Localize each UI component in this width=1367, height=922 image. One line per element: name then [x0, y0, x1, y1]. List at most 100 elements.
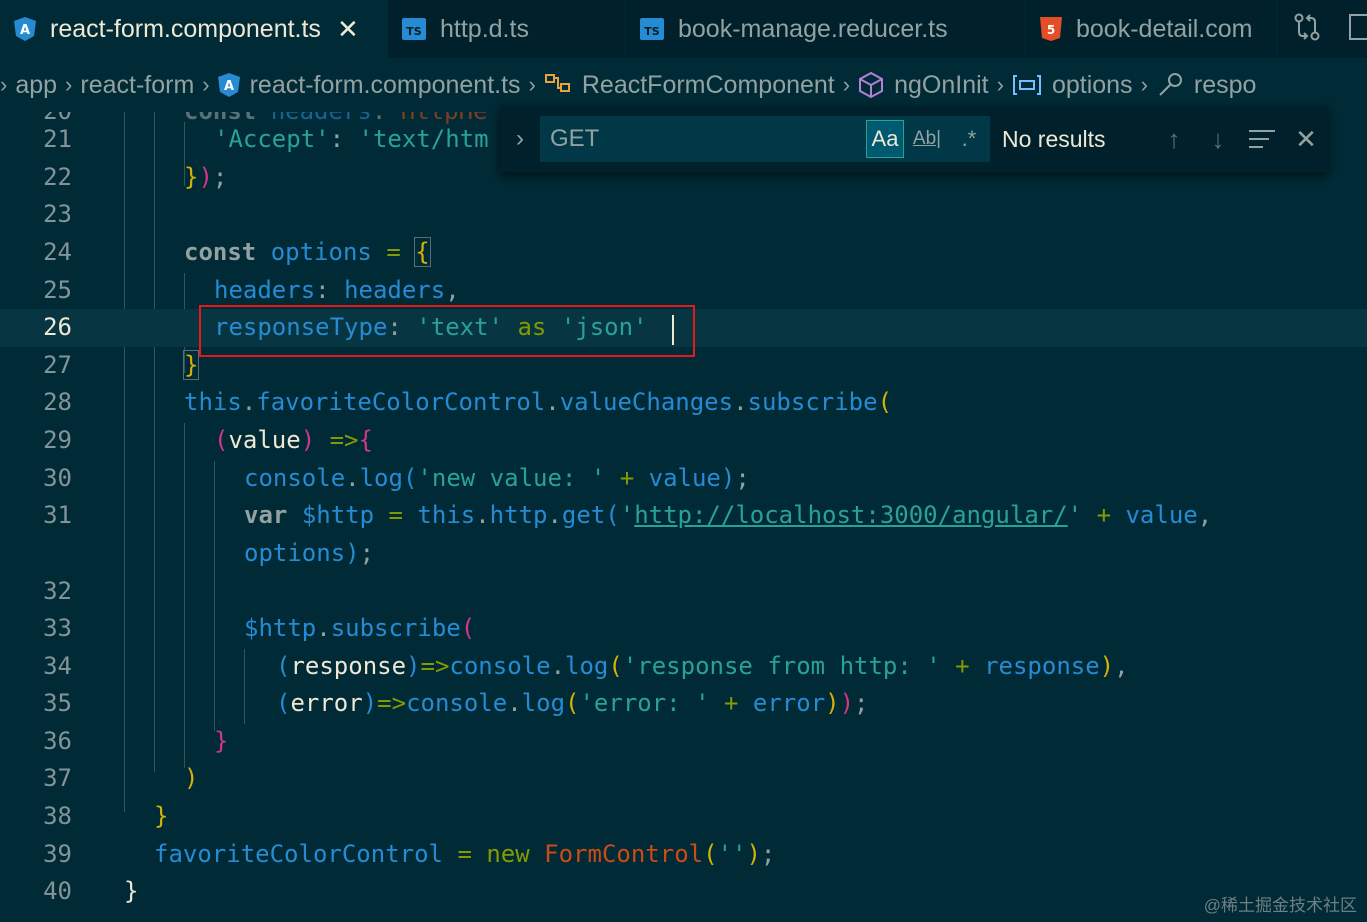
find-input[interactable] — [540, 124, 862, 154]
angular-icon: A — [217, 73, 240, 97]
line-number: 31 — [43, 501, 72, 529]
tab-http-d-ts[interactable]: TS http.d.ts — [388, 0, 626, 58]
code-text: }); — [184, 163, 228, 191]
compare-changes-icon[interactable] — [1293, 12, 1321, 47]
line-number: 35 — [43, 689, 72, 717]
line-number: 34 — [43, 652, 72, 680]
line-number: 29 — [43, 426, 72, 454]
code-text: $http.subscribe( — [244, 614, 476, 642]
find-in-selection-icon[interactable] — [1240, 117, 1284, 161]
line-number: 22 — [43, 163, 72, 191]
line-number: 26 — [43, 313, 72, 341]
annotation-highlight-box — [199, 305, 695, 357]
breadcrumb-label: app — [15, 70, 58, 99]
line-number: 40 — [43, 877, 72, 905]
breadcrumb-label: options — [1051, 70, 1133, 99]
breadcrumb-item-class[interactable]: ReactFormComponent — [544, 71, 835, 100]
line-number: 32 — [43, 577, 72, 605]
close-icon[interactable]: ✕ — [337, 14, 359, 45]
code-line: 33 $http.subscribe( — [0, 610, 1367, 648]
text-cursor — [672, 315, 674, 345]
code-line: 38} — [0, 798, 1367, 836]
variable-icon — [1012, 73, 1042, 97]
breadcrumb-item-property[interactable]: respo — [1156, 70, 1257, 100]
breadcrumb-item-app[interactable]: app — [15, 71, 57, 100]
regex-toggle[interactable]: .* — [950, 120, 988, 158]
svg-text:A: A — [20, 23, 30, 38]
class-icon — [544, 72, 572, 98]
tab-label: react-form.component.ts — [50, 14, 321, 43]
breadcrumb-label: ngOnInit — [894, 70, 989, 99]
chevron-right-icon: › — [1140, 72, 1148, 97]
code-line: 36} — [0, 723, 1367, 761]
tab-label: book-manage.reducer.ts — [678, 14, 948, 43]
chevron-right-icon: › — [842, 72, 851, 97]
chevron-right-icon: › — [996, 72, 1004, 97]
svg-text:TS: TS — [644, 25, 660, 38]
breadcrumb-label: react-form.component.ts — [249, 70, 521, 99]
code-text: console.log('new value: ' + value); — [244, 464, 750, 492]
line-number: 21 — [43, 125, 72, 153]
breadcrumb-item-react-form[interactable]: react-form — [80, 71, 194, 100]
code-text: favoriteColorControl = new FormControl('… — [154, 840, 776, 868]
breadcrumb-label: respo — [1193, 70, 1257, 99]
code-text: headers: headers, — [214, 276, 460, 304]
line-number: 38 — [43, 802, 72, 830]
code-text: 'Accept': 'text/htm — [214, 125, 489, 153]
code-text: this.favoriteColorControl.valueChanges.s… — [184, 388, 893, 416]
breadcrumb-item-variable[interactable]: options — [1012, 71, 1133, 100]
toggle-replace-chevron-icon[interactable]: › — [500, 106, 540, 172]
breadcrumb-item-method[interactable]: ngOnInit — [858, 71, 989, 100]
watermark: @稀土掘金技术社区 — [1203, 896, 1357, 915]
find-result-status: No results — [1002, 125, 1106, 152]
tab-book-manage-reducer[interactable]: TS book-manage.reducer.ts — [626, 0, 1026, 58]
code-text: } — [154, 802, 169, 830]
line-number: 25 — [43, 276, 72, 304]
svg-text:A: A — [224, 79, 234, 94]
line-number: 33 — [43, 614, 72, 642]
breadcrumb-label: react-form — [80, 70, 195, 99]
code-line: 23 — [0, 196, 1367, 234]
code-text: (response)=>console.log('response from h… — [276, 652, 1129, 680]
line-number: 36 — [43, 727, 72, 755]
wrench-icon — [1156, 71, 1184, 99]
split-editor-icon[interactable] — [1347, 12, 1367, 47]
line-number: 27 — [43, 351, 72, 379]
breadcrumb-label: ReactFormComponent — [581, 70, 835, 99]
svg-text:5: 5 — [1047, 23, 1055, 37]
code-text: const options = { — [184, 237, 431, 267]
svg-text:TS: TS — [406, 25, 422, 38]
code-line: 24 const options = { — [0, 234, 1367, 272]
chevron-right-icon: › — [0, 72, 8, 97]
match-whole-word-toggle[interactable]: Ab| — [908, 120, 946, 158]
typescript-icon: TS — [640, 18, 664, 40]
html5-icon: 5 — [1040, 17, 1062, 41]
previous-match-arrow-up-icon[interactable]: ↑ — [1152, 117, 1196, 161]
tab-book-detail[interactable]: 5 book-detail.com — [1026, 0, 1277, 58]
angular-icon: A — [14, 17, 36, 41]
close-find-icon[interactable]: ✕ — [1284, 117, 1328, 161]
find-input-container: Aa Ab| .* — [540, 116, 990, 162]
chevron-right-icon: › — [202, 72, 210, 97]
tab-react-form-component[interactable]: A react-form.component.ts ✕ — [0, 0, 388, 58]
tab-label: book-detail.com — [1076, 14, 1253, 43]
code-text: var $http = this.http.get('http://localh… — [244, 501, 1213, 529]
editor-tab-bar: A react-form.component.ts ✕ TS http.d.ts… — [0, 0, 1367, 58]
code-text: ) — [184, 764, 199, 792]
code-line: 37) — [0, 760, 1367, 798]
breadcrumb-item-file[interactable]: A react-form.component.ts — [217, 70, 521, 100]
next-match-arrow-down-icon[interactable]: ↓ — [1196, 117, 1240, 161]
code-text: options); — [244, 539, 375, 567]
chevron-right-icon: › — [528, 72, 536, 97]
line-number: 24 — [43, 238, 72, 266]
find-widget: › Aa Ab| .* No results ↑ ↓ ✕ — [500, 106, 1328, 172]
match-case-toggle[interactable]: Aa — [866, 120, 904, 158]
line-number: 28 — [43, 388, 72, 416]
code-text: } — [182, 350, 200, 380]
code-line: 29 (value) =>{ — [0, 422, 1367, 460]
code-line-wrapped: options); — [0, 535, 1367, 573]
code-line: 40} — [0, 873, 1367, 911]
code-editor[interactable]: 20const headers: HttpHe 21'Accept': 'tex… — [0, 112, 1367, 922]
code-line: 25 headers: headers, — [0, 272, 1367, 310]
code-text: (error)=>console.log('error: ' + error))… — [276, 689, 869, 717]
